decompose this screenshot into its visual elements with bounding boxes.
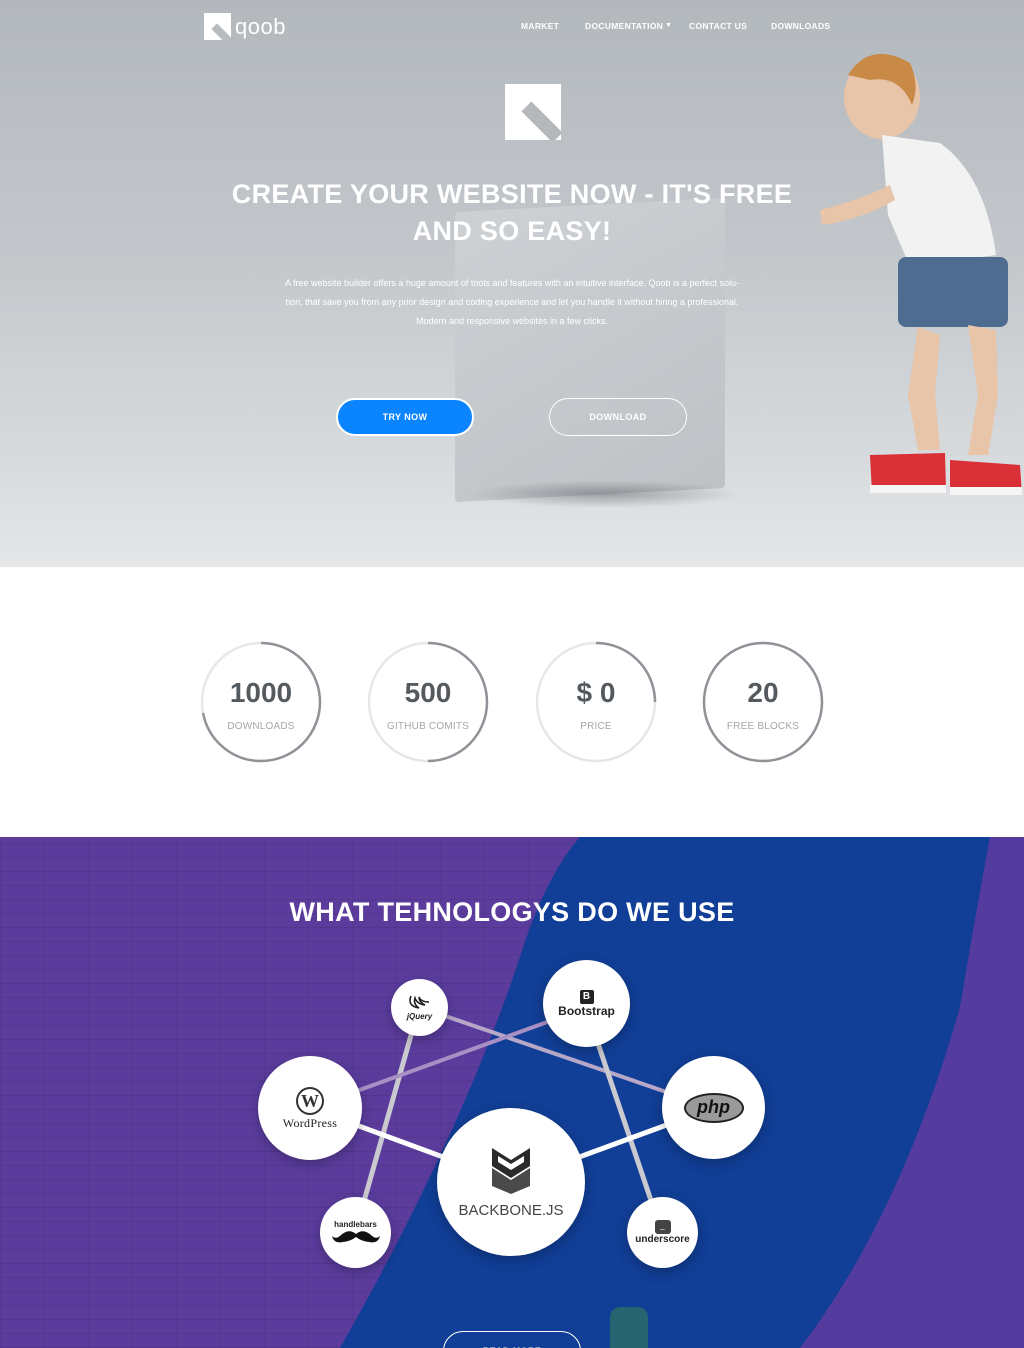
nav-item-documentation[interactable]: DOCUMENTATION — [585, 21, 663, 31]
hero-description-line: tion, that save you from any prior desig… — [285, 297, 739, 307]
stats-section: 1000 DOWNLOADS 500 GITHUB COMITS $ 0 PRI… — [0, 567, 1024, 837]
main-navigation: MARKET DOCUMENTATION ▼ CONTACT US DOWNLO… — [0, 21, 1024, 35]
tech-node-label: underscore — [635, 1234, 690, 1245]
hero-description-line: A free website builder offers a huge amo… — [284, 278, 740, 288]
chevron-down-icon[interactable]: ▼ — [665, 22, 672, 29]
download-button[interactable]: DOWNLOAD — [549, 398, 687, 436]
tech-node-jquery[interactable]: jQuery — [391, 979, 448, 1036]
background-bottle-image — [610, 1307, 648, 1348]
tech-node-bootstrap[interactable]: B Bootstrap — [543, 960, 630, 1047]
stat-github-commits: 500 GITHUB COMITS — [367, 641, 489, 763]
tech-node-label: WordPress — [282, 1115, 338, 1130]
wordpress-icon: W — [296, 1086, 324, 1115]
stat-price: $ 0 PRICE — [535, 641, 657, 763]
nav-item-downloads[interactable]: DOWNLOADS — [771, 21, 830, 31]
nav-item-contact-us[interactable]: CONTACT US — [689, 21, 747, 31]
read-more-button[interactable]: READ MORE — [443, 1331, 581, 1348]
tech-node-label: php — [697, 1097, 730, 1117]
tech-node-label: handlebars — [334, 1220, 377, 1229]
technologies-section: WHAT TEHNOLOGYS DO WE USE jQuery B Boots… — [0, 837, 1024, 1348]
tech-node-label: Bootstrap — [558, 1003, 615, 1018]
backbone-icon — [492, 1147, 530, 1194]
svg-text:W: W — [301, 1091, 319, 1111]
tech-node-backbone[interactable]: BACKBONE.JS — [437, 1108, 585, 1256]
hero-cube-shadow — [470, 480, 740, 508]
tech-node-php[interactable]: php — [662, 1056, 765, 1159]
tech-node-wordpress[interactable]: W WordPress — [258, 1056, 362, 1160]
try-now-button[interactable]: TRY NOW — [336, 398, 474, 436]
hero-logo-icon — [505, 84, 561, 140]
technology-connection-lines — [309, 1005, 714, 1234]
hero-description-line: Modern and responsive websites in a few … — [415, 316, 609, 326]
stat-value: 500 — [404, 677, 452, 708]
stat-value: 20 — [747, 677, 779, 708]
stat-downloads: 1000 DOWNLOADS — [200, 641, 322, 763]
stat-label: FREE BLOCKS — [726, 721, 800, 732]
stat-free-blocks: 20 FREE BLOCKS — [702, 641, 824, 763]
php-icon: php — [683, 1092, 744, 1123]
stat-value: 1000 — [229, 677, 293, 708]
hero-description: A free website builder offers a huge amo… — [262, 274, 762, 331]
stat-label: PRICE — [580, 721, 612, 732]
hero-title: CREATE YOUR WEBSITE NOW - IT'S FREE AND … — [231, 179, 793, 246]
stat-value: $ 0 — [576, 677, 616, 708]
tech-node-handlebars[interactable]: handlebars — [320, 1197, 391, 1268]
nav-item-market[interactable]: MARKET — [521, 21, 559, 31]
underscore-icon: _ — [654, 1220, 671, 1234]
bootstrap-icon: B — [579, 989, 594, 1004]
tech-node-label: jQuery — [406, 1012, 433, 1021]
tech-node-label: BACKBONE.JS — [458, 1201, 564, 1219]
tech-node-underscore[interactable]: _ underscore — [627, 1197, 698, 1268]
stat-label: GITHUB COMITS — [386, 721, 470, 732]
child-illustration — [820, 53, 1022, 495]
mustache-icon — [331, 1231, 380, 1243]
hero-section: qoob MARKET DOCUMENTATION ▼ CONTACT US D… — [0, 0, 1024, 567]
hero-child-image — [800, 35, 1024, 505]
stat-label: DOWNLOADS — [227, 721, 295, 732]
jquery-icon — [408, 995, 429, 1009]
